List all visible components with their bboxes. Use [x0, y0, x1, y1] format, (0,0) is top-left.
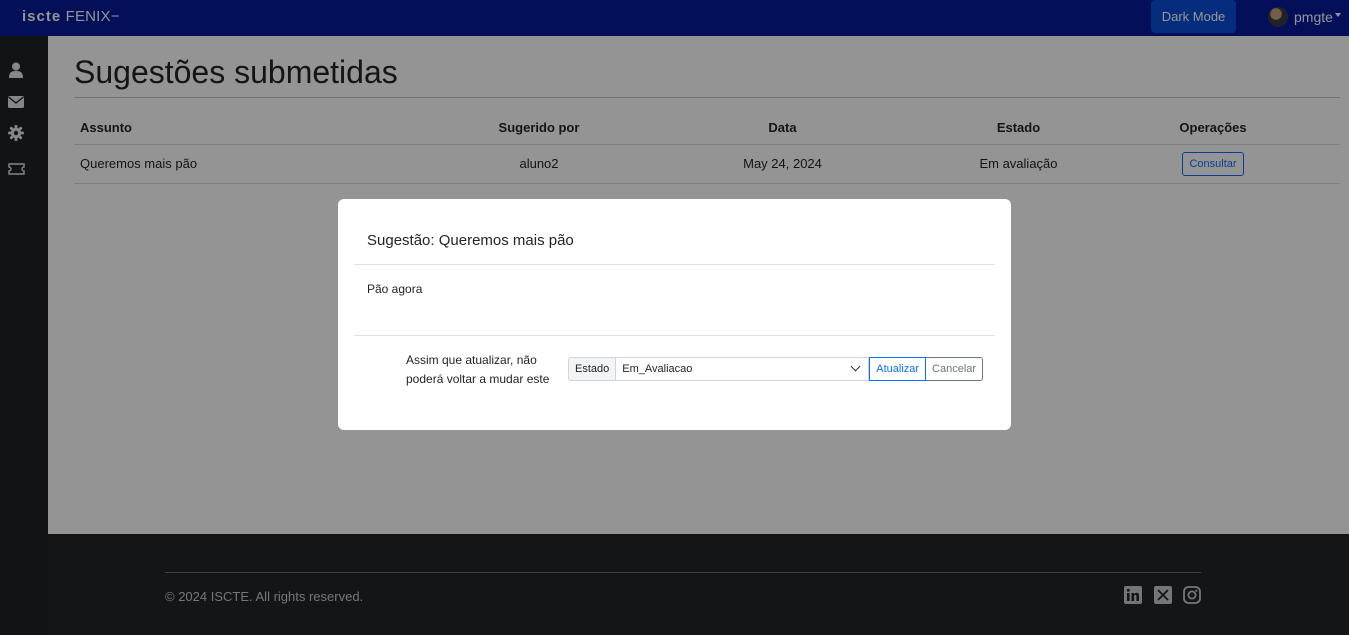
modal-title: Sugestão: Queremos mais pão [367, 232, 574, 249]
update-warning: Assim que atualizar, não poderá voltar a… [406, 353, 550, 386]
modal-header-divider [354, 264, 995, 265]
modal-body-text: Pão agora [367, 282, 423, 296]
chevron-down-icon [850, 361, 861, 372]
estado-select-value: Em_Avaliacao [622, 363, 693, 375]
cancelar-button[interactable]: Cancelar [926, 357, 984, 381]
suggestion-modal: Sugestão: Queremos mais pão Pão agora As… [338, 199, 1011, 430]
atualizar-button[interactable]: Atualizar [869, 357, 927, 381]
modal-footer-divider [354, 335, 995, 336]
estado-select[interactable]: Em_Avaliacao [616, 357, 870, 381]
estado-input-group: Estado Em_Avaliacao Atualizar Cancelar [568, 357, 984, 381]
estado-label: Estado [568, 357, 617, 381]
